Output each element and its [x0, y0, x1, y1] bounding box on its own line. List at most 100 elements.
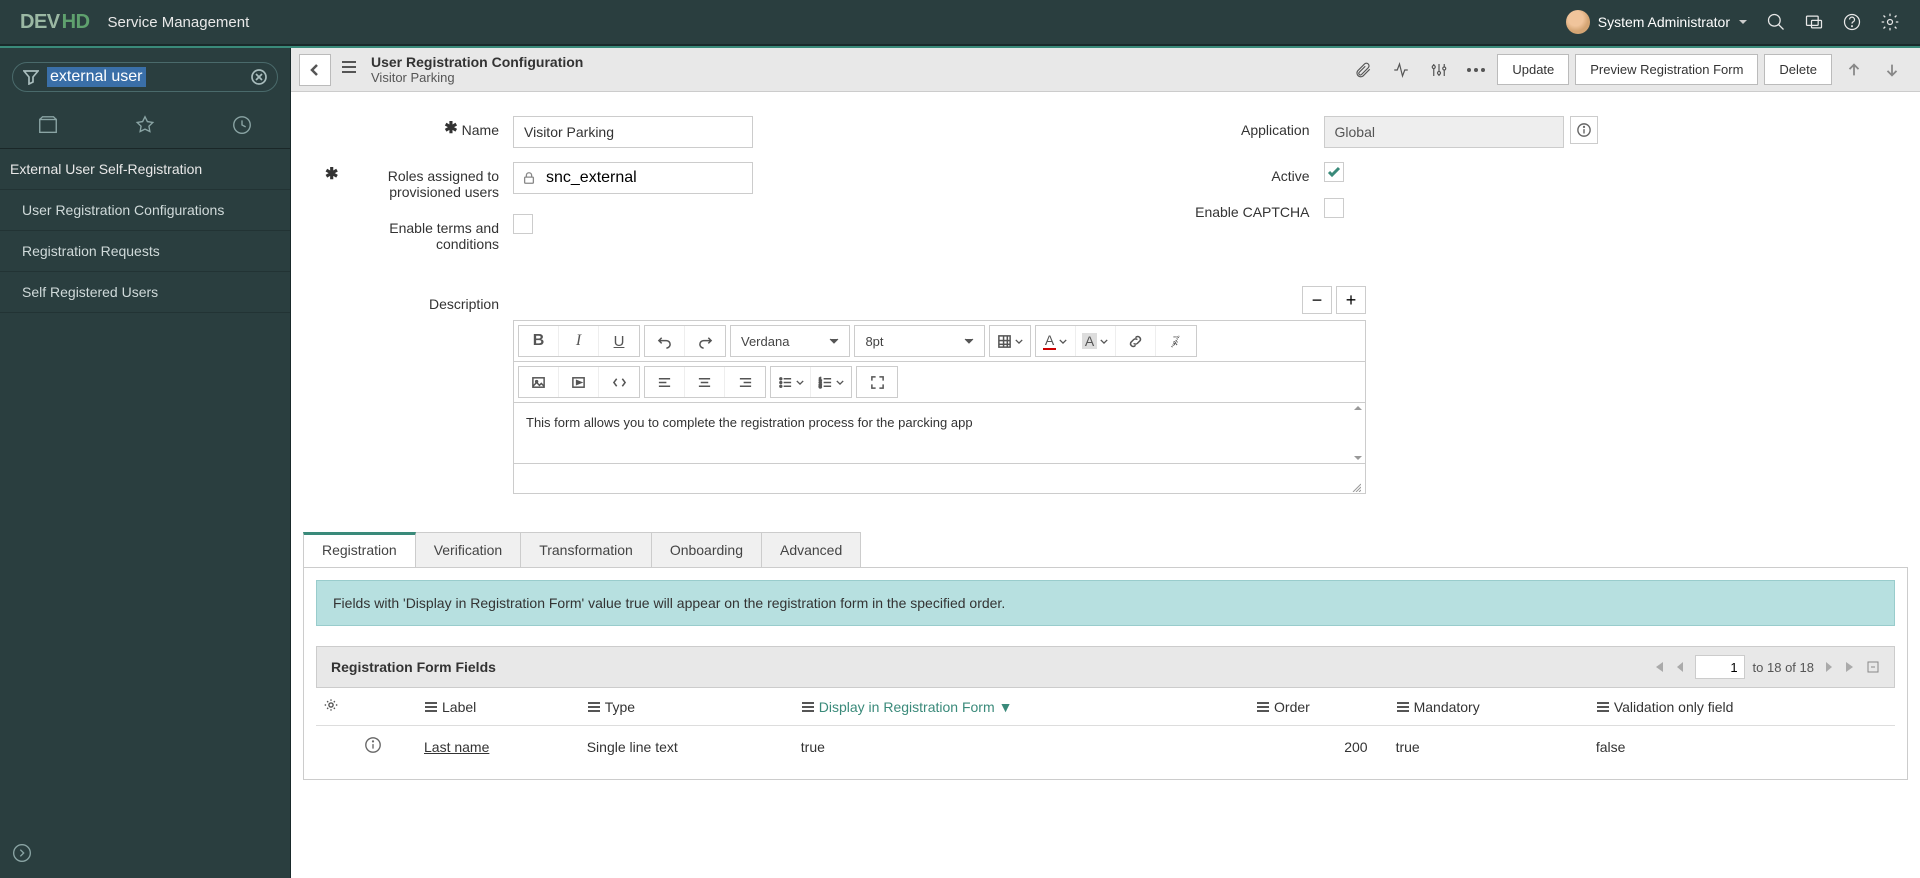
image-button[interactable]	[519, 367, 559, 397]
align-left-button[interactable]	[645, 367, 685, 397]
align-center-button[interactable]	[685, 367, 725, 397]
clear-icon[interactable]	[251, 69, 267, 85]
pager-expand-icon[interactable]	[1866, 660, 1880, 674]
sidebar-item-users[interactable]: Self Registered Users	[0, 272, 290, 313]
prev-record-icon[interactable]	[1838, 54, 1870, 86]
menu-icon[interactable]	[1396, 700, 1410, 714]
table-row[interactable]: Last name Single line text true 200 true…	[316, 726, 1895, 768]
fields-table: Label Type Display in Registration Form …	[316, 688, 1895, 767]
captcha-checkbox[interactable]	[1324, 198, 1344, 218]
more-actions-icon[interactable]	[1461, 68, 1491, 72]
sidebar-section-header[interactable]: External User Self-Registration	[0, 149, 290, 190]
sidebar-item-requests[interactable]: Registration Requests	[0, 231, 290, 272]
col-mandatory[interactable]: Mandatory	[1414, 699, 1480, 715]
help-icon[interactable]	[1842, 12, 1862, 32]
underline-button[interactable]: U	[599, 326, 639, 356]
menu-icon[interactable]	[424, 700, 438, 714]
label-application: Application	[1241, 122, 1310, 138]
sidebar-item-configs[interactable]: User Registration Configurations	[0, 190, 290, 231]
favorites-icon[interactable]	[134, 114, 156, 136]
pager-next-icon[interactable]	[1822, 660, 1836, 674]
application-info-icon[interactable]	[1570, 116, 1598, 144]
delete-button[interactable]: Delete	[1764, 54, 1832, 85]
link-button[interactable]	[1116, 326, 1156, 356]
table-button[interactable]	[990, 326, 1030, 356]
bold-button[interactable]: B	[519, 326, 559, 356]
pager-last-icon[interactable]	[1844, 660, 1858, 674]
user-menu[interactable]: System Administrator	[1566, 10, 1748, 34]
table-gear-icon[interactable]	[324, 698, 338, 712]
menu-icon[interactable]	[1256, 700, 1270, 714]
clear-format-button[interactable]	[1156, 326, 1196, 356]
active-checkbox[interactable]	[1324, 162, 1344, 182]
all-apps-icon[interactable]	[37, 114, 59, 136]
page-subtitle: Visitor Parking	[371, 70, 583, 85]
label-roles: Roles assigned to provisioned users	[342, 168, 499, 200]
settings-icon[interactable]	[1423, 54, 1455, 86]
tab-advanced[interactable]: Advanced	[761, 532, 861, 567]
col-display[interactable]: Display in Registration Form	[819, 699, 995, 715]
pager-prev-icon[interactable]	[1673, 660, 1687, 674]
svg-text:3: 3	[819, 384, 822, 389]
update-button[interactable]: Update	[1497, 54, 1569, 85]
chat-icon[interactable]	[1804, 12, 1824, 32]
gear-icon[interactable]	[1880, 12, 1900, 32]
row-mandatory: true	[1388, 726, 1588, 768]
label-description: Description	[429, 296, 499, 312]
row-info-icon[interactable]	[364, 736, 382, 754]
terms-checkbox[interactable]	[513, 214, 533, 234]
number-list-button[interactable]: 123	[811, 367, 851, 397]
description-content[interactable]: This form allows you to complete the reg…	[514, 403, 1351, 463]
undo-button[interactable]	[645, 326, 685, 356]
col-label[interactable]: Label	[442, 699, 476, 715]
back-button[interactable]	[299, 54, 331, 86]
expand-editor-button[interactable]: +	[1336, 286, 1366, 314]
attachment-icon[interactable]	[1347, 54, 1379, 86]
col-order[interactable]: Order	[1274, 699, 1310, 715]
main-content: User Registration Configuration Visitor …	[291, 48, 1920, 878]
text-color-button[interactable]: A	[1036, 326, 1076, 356]
logo-part2: HD	[62, 11, 90, 34]
form-menu-icon[interactable]	[339, 57, 359, 82]
avatar	[1566, 10, 1590, 34]
list-title: Registration Form Fields	[331, 659, 496, 675]
bullet-list-button[interactable]	[771, 367, 811, 397]
pager-input[interactable]	[1695, 655, 1745, 679]
history-icon[interactable]	[231, 114, 253, 136]
roles-field[interactable]: snc_external	[513, 162, 753, 194]
preview-button[interactable]: Preview Registration Form	[1575, 54, 1758, 85]
source-button[interactable]	[599, 367, 639, 397]
align-right-button[interactable]	[725, 367, 765, 397]
pager-first-icon[interactable]	[1651, 660, 1665, 674]
font-family-select[interactable]: Verdana	[730, 325, 850, 357]
tab-onboarding[interactable]: Onboarding	[651, 532, 762, 567]
nav-filter-input[interactable]: external user	[47, 67, 146, 87]
col-validation[interactable]: Validation only field	[1614, 699, 1734, 715]
collapse-icon[interactable]	[12, 843, 32, 863]
scroll-down-icon[interactable]	[1353, 453, 1363, 463]
lock-icon	[522, 171, 536, 185]
font-size-select[interactable]: 8pt	[854, 325, 984, 357]
bg-color-button[interactable]: A	[1076, 326, 1116, 356]
search-icon[interactable]	[1766, 12, 1786, 32]
menu-icon[interactable]	[801, 700, 815, 714]
row-label[interactable]: Last name	[424, 739, 489, 755]
next-record-icon[interactable]	[1876, 54, 1908, 86]
fullscreen-button[interactable]	[857, 367, 897, 397]
tab-transformation[interactable]: Transformation	[520, 532, 652, 567]
scroll-up-icon[interactable]	[1353, 403, 1363, 413]
redo-button[interactable]	[685, 326, 725, 356]
col-type[interactable]: Type	[605, 699, 635, 715]
video-button[interactable]	[559, 367, 599, 397]
collapse-editor-button[interactable]: −	[1302, 286, 1332, 314]
italic-button[interactable]: I	[559, 326, 599, 356]
nav-filter[interactable]: external user	[12, 62, 278, 92]
label-active: Active	[1271, 168, 1309, 184]
tab-registration[interactable]: Registration	[303, 532, 416, 567]
activity-icon[interactable]	[1385, 54, 1417, 86]
tab-verification[interactable]: Verification	[415, 532, 521, 567]
filter-icon	[23, 69, 39, 85]
name-field[interactable]	[513, 116, 753, 148]
menu-icon[interactable]	[1596, 700, 1610, 714]
menu-icon[interactable]	[587, 700, 601, 714]
